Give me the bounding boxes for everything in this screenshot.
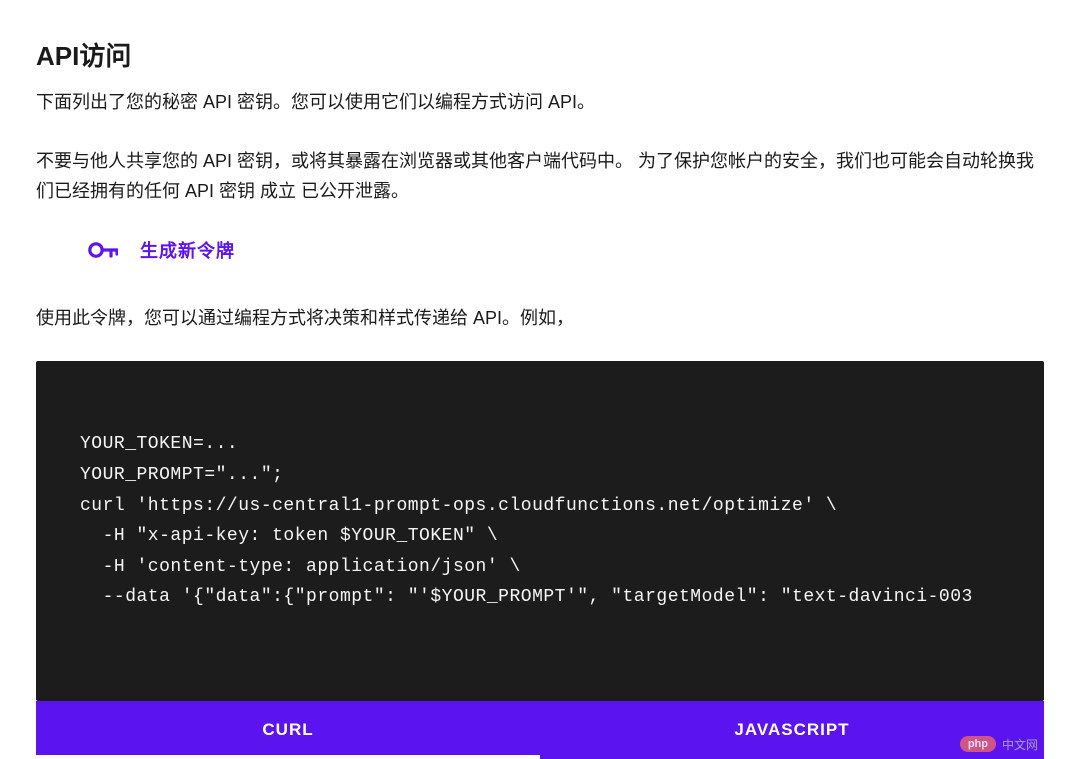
- language-tabs: CURL JAVASCRIPT: [36, 701, 1044, 759]
- tab-curl-label: CURL: [262, 720, 313, 740]
- code-content: YOUR_TOKEN=... YOUR_PROMPT="..."; curl '…: [80, 429, 1000, 613]
- intro-paragraph-2: 不要与他人共享您的 API 密钥，或将其暴露在浏览器或其他客户端代码中。 为了保…: [36, 146, 1044, 207]
- page-title: API访问: [36, 36, 1044, 73]
- watermark-text: 中文网: [1002, 736, 1038, 753]
- generate-token-label: 生成新令牌: [140, 237, 235, 263]
- generate-token-button[interactable]: 生成新令牌: [36, 237, 1044, 263]
- watermark-badge: php: [960, 736, 996, 752]
- code-block: YOUR_TOKEN=... YOUR_PROMPT="..."; curl '…: [36, 361, 1044, 701]
- intro-paragraph-1: 下面列出了您的秘密 API 密钥。您可以使用它们以编程方式访问 API。: [36, 87, 1044, 118]
- key-icon: [88, 241, 118, 259]
- usage-paragraph: 使用此令牌，您可以通过编程方式将决策和样式传递给 API。例如，: [36, 303, 1044, 334]
- tab-curl[interactable]: CURL: [36, 701, 540, 759]
- watermark: php 中文网: [960, 736, 1038, 753]
- tab-javascript-label: JAVASCRIPT: [734, 720, 849, 740]
